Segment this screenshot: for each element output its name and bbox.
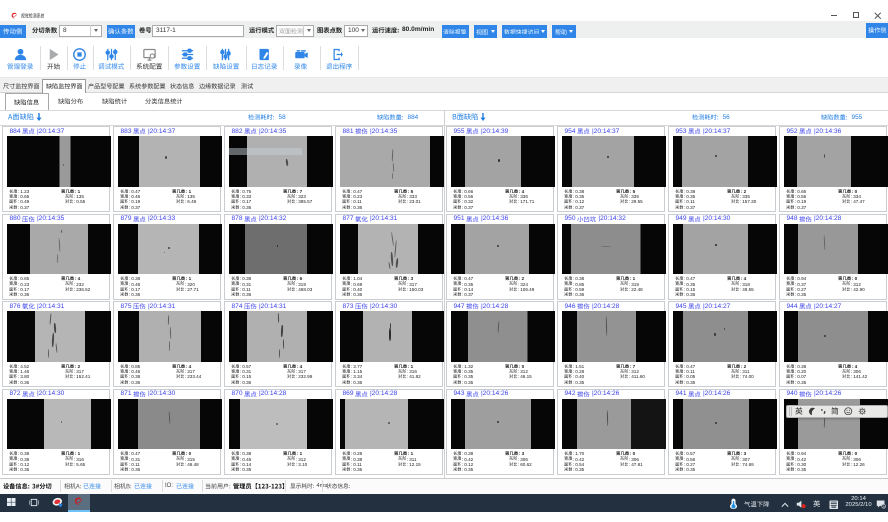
svg-text:6: 6 [883, 504, 885, 508]
